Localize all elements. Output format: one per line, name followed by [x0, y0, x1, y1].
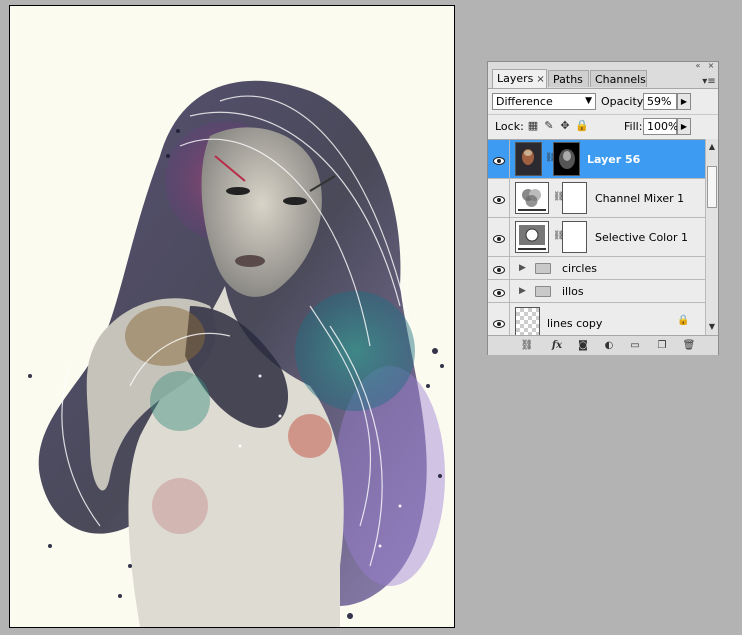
- opacity-slider-arrow-icon[interactable]: ▶: [677, 93, 691, 110]
- tab-channels[interactable]: Channels: [590, 70, 647, 87]
- add-mask-icon[interactable]: ◙: [576, 339, 590, 352]
- visibility-toggle[interactable]: [488, 140, 510, 178]
- channel-mixer-adjustment-icon[interactable]: [515, 182, 549, 214]
- document-canvas[interactable]: [9, 5, 455, 628]
- new-group-icon[interactable]: ▭: [628, 339, 642, 352]
- visibility-toggle[interactable]: [488, 280, 510, 302]
- layers-scrollbar[interactable]: ▲ ▼: [705, 139, 718, 335]
- layer-name[interactable]: circles: [562, 262, 597, 275]
- expand-triangle-icon[interactable]: ▶: [519, 263, 526, 273]
- visibility-toggle[interactable]: [488, 303, 510, 336]
- scroll-thumb[interactable]: [707, 166, 717, 208]
- tab-close-icon[interactable]: ×: [536, 71, 544, 88]
- eye-icon: [493, 318, 505, 328]
- folder-icon: [535, 286, 551, 297]
- layer-name[interactable]: lines copy: [547, 317, 602, 330]
- blend-mode-value: Difference: [496, 95, 553, 108]
- tab-label: Layers: [497, 72, 534, 85]
- lock-all-icon[interactable]: 🔒: [575, 120, 589, 132]
- lock-image-icon[interactable]: ✎: [543, 120, 555, 132]
- tab-label: Paths: [553, 73, 583, 86]
- lock-label: Lock:: [495, 120, 524, 133]
- link-layers-icon[interactable]: ⛓: [520, 339, 534, 352]
- scroll-up-icon[interactable]: ▲: [706, 141, 718, 153]
- collapse-icon[interactable]: «: [694, 62, 702, 70]
- tab-paths[interactable]: Paths: [548, 70, 589, 87]
- blend-opacity-row: Difference ▼ Opacity: 59% ▶: [488, 88, 718, 115]
- visibility-toggle[interactable]: [488, 257, 510, 279]
- lock-fill-row: Lock: ▦ ✎ ✥ 🔒 Fill: 100% ▶: [488, 114, 718, 139]
- new-layer-icon[interactable]: ❐: [655, 339, 669, 352]
- mask-link-icon[interactable]: ⛓: [553, 192, 564, 202]
- fx-icon[interactable]: fx: [550, 339, 564, 352]
- visibility-toggle[interactable]: [488, 179, 510, 217]
- artwork: [10, 6, 454, 627]
- lock-transparent-icon[interactable]: ▦: [527, 120, 539, 132]
- eye-icon: [493, 264, 505, 274]
- adjustment-layer-icon[interactable]: ◐: [602, 339, 616, 352]
- layer-thumbnail[interactable]: [515, 142, 542, 176]
- chevron-down-icon: ▼: [585, 96, 592, 106]
- layer-mask-thumbnail[interactable]: [553, 142, 580, 176]
- opacity-input[interactable]: 59%: [643, 93, 677, 110]
- folder-icon: [535, 263, 551, 274]
- fill-input[interactable]: 100%: [643, 118, 678, 135]
- scroll-down-icon[interactable]: ▼: [706, 321, 718, 333]
- layer-mask-thumbnail[interactable]: [562, 221, 587, 253]
- layer-row[interactable]: lines copy 🔒: [488, 303, 705, 336]
- layer-name[interactable]: Selective Color 1: [595, 231, 688, 244]
- lock-position-icon[interactable]: ✥: [559, 120, 571, 132]
- mask-link-icon[interactable]: ⛓: [553, 231, 564, 241]
- selective-color-adjustment-icon[interactable]: [515, 221, 549, 253]
- fill-label: Fill:: [624, 120, 643, 133]
- close-panel-icon[interactable]: ×: [707, 62, 715, 70]
- layer-mask-thumbnail[interactable]: [562, 182, 587, 214]
- layer-lock-icon: 🔒: [677, 315, 690, 326]
- layer-row[interactable]: ⛓ Selective Color 1: [488, 218, 705, 257]
- tab-label: Channels: [595, 73, 646, 86]
- fill-slider-arrow-icon[interactable]: ▶: [677, 118, 691, 135]
- layer-row[interactable]: ▶ circles: [488, 257, 705, 280]
- tab-layers[interactable]: Layers ×: [492, 69, 547, 88]
- eye-icon: [493, 233, 505, 243]
- layer-row[interactable]: ▶ illos: [488, 280, 705, 303]
- layers-panel: « × Layers × Paths Channels ▾≡ Difference…: [487, 61, 719, 355]
- visibility-toggle[interactable]: [488, 218, 510, 256]
- panel-footer: ⛓ fx ◙ ◐ ▭ ❐ 🗑: [488, 335, 718, 355]
- trash-icon[interactable]: 🗑: [682, 339, 696, 352]
- mask-link-icon[interactable]: ⛓: [545, 153, 556, 163]
- layer-name[interactable]: Channel Mixer 1: [595, 192, 684, 205]
- eye-icon: [493, 155, 505, 165]
- blend-mode-select[interactable]: Difference ▼: [492, 93, 596, 110]
- layer-row[interactable]: ⛓ Channel Mixer 1: [488, 179, 705, 218]
- eye-icon: [493, 194, 505, 204]
- eye-icon: [493, 287, 505, 297]
- layers-list: ⛓ Layer 56 ⛓ Channel Mixer 1 ⛓ Selective…: [488, 139, 705, 336]
- opacity-label: Opacity:: [601, 95, 647, 108]
- layer-row[interactable]: ⛓ Layer 56: [488, 140, 705, 179]
- layer-name[interactable]: illos: [562, 285, 584, 298]
- panel-menu-icon[interactable]: ▾≡: [702, 76, 716, 88]
- layer-thumbnail[interactable]: [515, 307, 540, 336]
- expand-triangle-icon[interactable]: ▶: [519, 286, 526, 296]
- layer-name[interactable]: Layer 56: [587, 153, 640, 166]
